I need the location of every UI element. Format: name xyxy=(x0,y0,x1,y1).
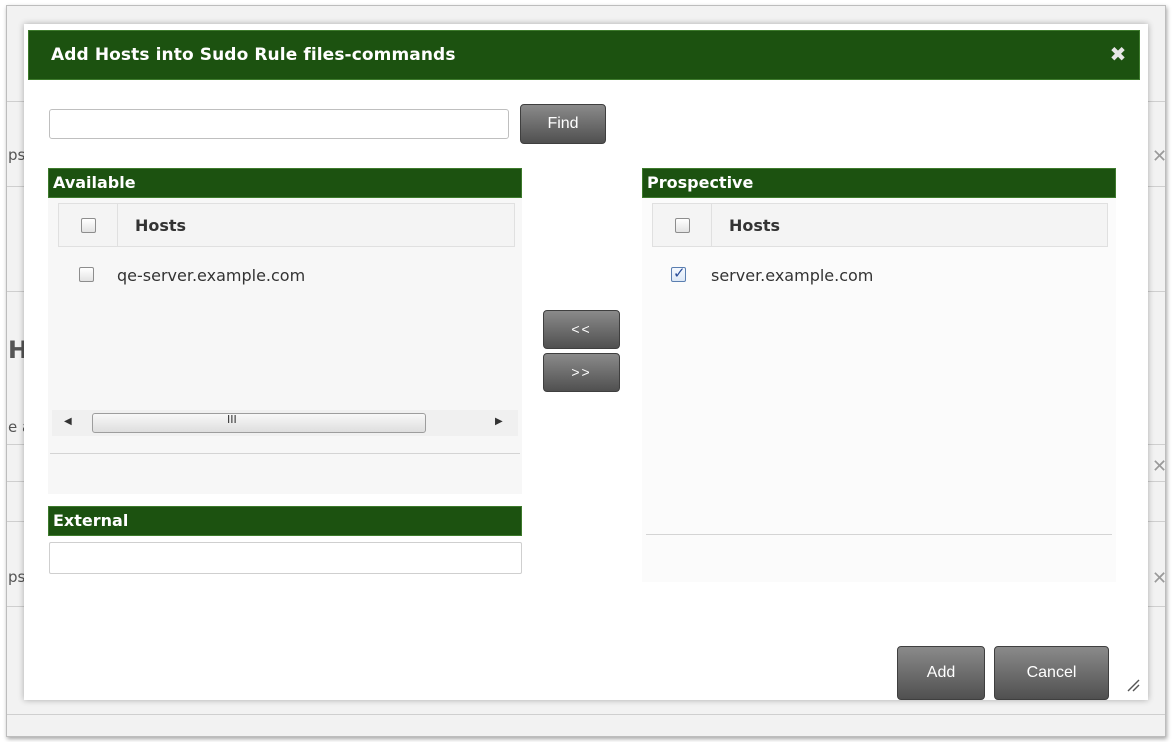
select-all-cell xyxy=(653,204,712,246)
bg-text-fragment: ps xyxy=(8,146,26,164)
search-input[interactable] xyxy=(49,109,509,139)
find-button[interactable]: Find xyxy=(520,104,606,144)
bg-divider xyxy=(7,714,1165,715)
prospective-row-checkbox[interactable]: ✓ xyxy=(671,264,686,282)
bg-remove-icon: ✕ xyxy=(1152,568,1168,589)
select-all-cell xyxy=(59,204,118,246)
available-column-header: Hosts xyxy=(58,203,515,247)
prospective-panel: Hosts ✓ server.example.com xyxy=(642,198,1116,582)
prospective-column-label: Hosts xyxy=(729,216,781,235)
available-row-checkbox[interactable] xyxy=(79,267,94,282)
available-column-label: Hosts xyxy=(135,216,187,235)
scrollbar-thumb[interactable] xyxy=(92,413,426,433)
available-panel: Hosts qe-server.example.com ◀ III ▶ xyxy=(48,198,522,494)
checkmark-icon: ✓ xyxy=(673,264,686,282)
external-header: External xyxy=(48,506,522,536)
prospective-divider xyxy=(646,534,1112,535)
bg-text-fragment: ps xyxy=(8,568,26,586)
scroll-left-arrow-icon[interactable]: ◀ xyxy=(64,416,72,427)
add-button[interactable]: Add xyxy=(897,646,985,700)
move-right-button[interactable]: >> xyxy=(543,353,620,392)
available-horizontal-scrollbar[interactable]: ◀ III ▶ xyxy=(52,410,518,436)
available-divider xyxy=(50,453,520,454)
bg-remove-icon: ✕ xyxy=(1152,456,1168,477)
available-header: Available xyxy=(48,168,522,198)
prospective-select-all-checkbox[interactable] xyxy=(675,218,690,233)
prospective-column-header: Hosts xyxy=(652,203,1108,247)
available-select-all-checkbox[interactable] xyxy=(81,218,96,233)
resize-grip-icon[interactable] xyxy=(1126,678,1140,692)
move-left-button[interactable]: << xyxy=(543,310,620,349)
prospective-header: Prospective xyxy=(642,168,1116,198)
available-row-label: qe-server.example.com xyxy=(117,266,306,285)
cancel-button[interactable]: Cancel xyxy=(994,646,1109,700)
scrollbar-grip-icon: III xyxy=(227,413,237,426)
close-icon[interactable]: ✖ xyxy=(1107,43,1129,65)
add-hosts-dialog: Add Hosts into Sudo Rule files-commands … xyxy=(24,24,1148,700)
bg-remove-icon: ✕ xyxy=(1152,146,1168,167)
scroll-right-arrow-icon[interactable]: ▶ xyxy=(495,416,503,427)
dialog-titlebar[interactable]: Add Hosts into Sudo Rule files-commands … xyxy=(28,30,1140,80)
prospective-row-label: server.example.com xyxy=(711,266,874,285)
dialog-title: Add Hosts into Sudo Rule files-commands xyxy=(51,45,456,65)
external-host-input[interactable] xyxy=(49,542,522,574)
